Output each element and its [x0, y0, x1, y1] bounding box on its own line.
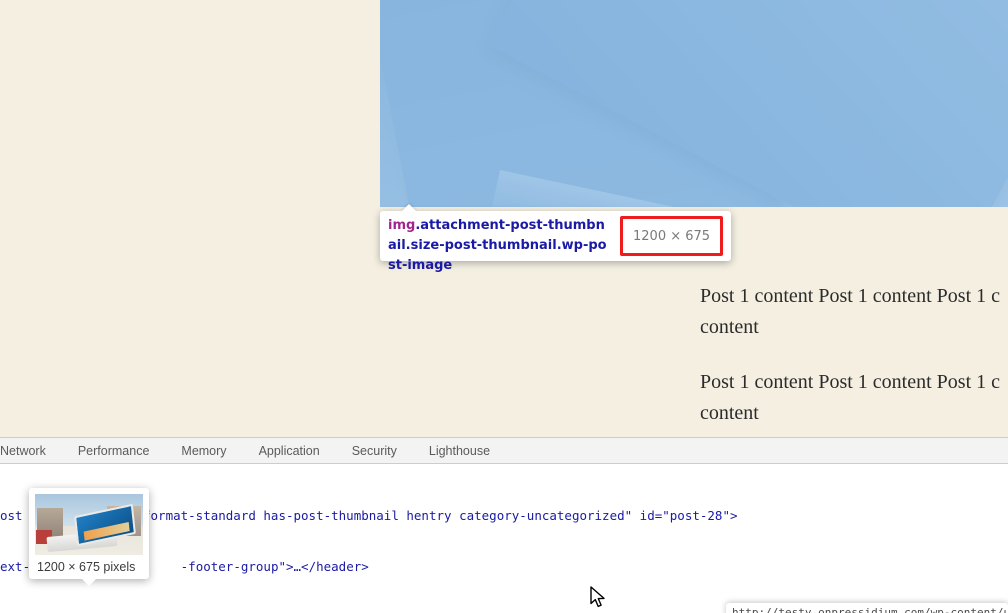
tooltip-arrow — [401, 204, 417, 212]
screen: img.attachment-post-thumbnail.size-post-… — [0, 0, 1008, 613]
devtools-tab-bar: Network Performance Memory Application S… — [0, 437, 1008, 464]
thumbnail-laptop-screen — [74, 503, 136, 547]
dom-line-1[interactable]: ost status-publish format-standard has-p… — [0, 507, 1008, 524]
dom-line-2[interactable]: ext-a -footer-group">…</header> — [0, 558, 1008, 575]
post-feature-image[interactable] — [380, 0, 1008, 207]
tab-lighthouse[interactable]: Lighthouse — [413, 438, 506, 463]
element-dimensions-text: 1200 × 675 — [633, 228, 711, 244]
tab-application[interactable]: Application — [243, 438, 336, 463]
link-url-tooltip: http://testy.onpressidium.com/wp-content… — [726, 603, 1008, 613]
image-preview-caption: 1200 × 675 pixels — [37, 560, 136, 574]
tab-performance[interactable]: Performance — [62, 438, 166, 463]
post-paragraph-2: Post 1 content Post 1 content Post 1 c c… — [700, 371, 1000, 424]
tab-memory[interactable]: Memory — [165, 438, 242, 463]
devtools-panel: Network Performance Memory Application S… — [0, 437, 1008, 613]
dom-tree-view[interactable]: ost status-publish format-standard has-p… — [0, 464, 1008, 613]
element-class-list: .attachment-post-thumbnail.size-post-thu… — [388, 218, 607, 273]
post-paragraph-1: Post 1 content Post 1 content Post 1 c c… — [700, 285, 1000, 338]
tab-security[interactable]: Security — [336, 438, 413, 463]
element-dimensions-annotation: 1200 × 675 — [620, 216, 724, 256]
devtools-element-highlight-overlay — [380, 0, 1008, 207]
dom-line-2-text-b: -footer-group">…</header> — [180, 559, 369, 574]
image-preview-thumbnail — [35, 494, 143, 555]
tab-network[interactable]: Network — [0, 438, 62, 463]
element-inspect-tooltip: img.attachment-post-thumbnail.size-post-… — [380, 204, 732, 273]
element-selector-text: img.attachment-post-thumbnail.size-post-… — [388, 216, 610, 273]
element-tag-name: img — [388, 218, 416, 233]
image-preview-tooltip: 1200 × 675 pixels — [29, 488, 149, 586]
image-preview-arrow — [82, 579, 96, 586]
page-viewport: img.attachment-post-thumbnail.size-post-… — [0, 0, 1008, 437]
